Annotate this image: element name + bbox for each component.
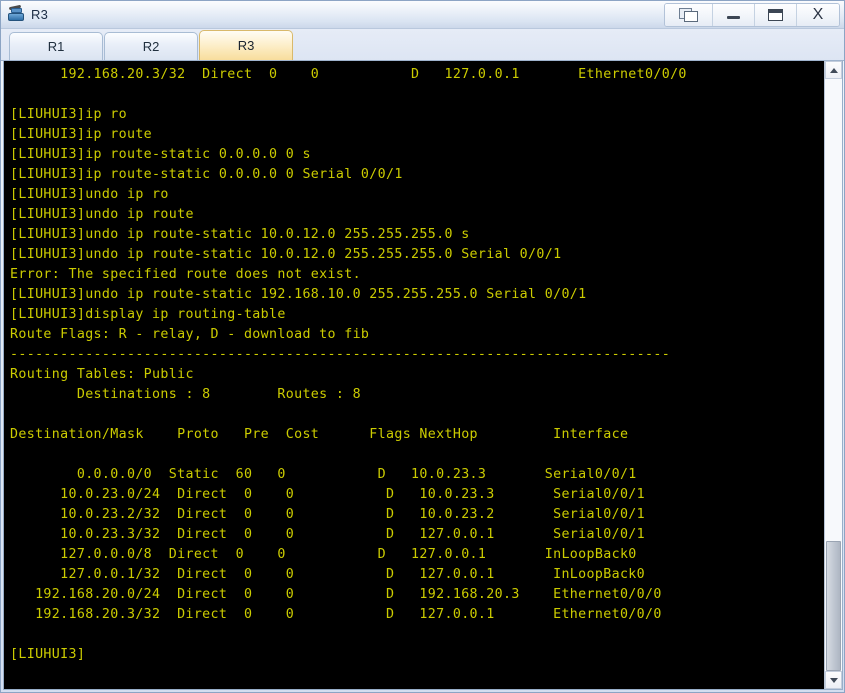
- cascade-windows-button[interactable]: [665, 4, 713, 26]
- maximize-icon: [768, 9, 783, 21]
- device-tabstrip: R1 R2 R3: [1, 29, 844, 61]
- cli-line: ----------------------------------------…: [10, 347, 671, 362]
- window-title: R3: [31, 6, 49, 22]
- cli-output[interactable]: 192.168.20.3/32 Direct 0 0 D 127.0.0.1 E…: [4, 61, 824, 689]
- cli-line: 0.0.0.0/0 Static 60 0 D 10.0.23.3 Serial…: [10, 467, 637, 482]
- maximize-button[interactable]: [755, 4, 797, 26]
- cli-line: 192.168.20.3/32 Direct 0 0 D 127.0.0.1 E…: [10, 67, 687, 82]
- cli-line: 192.168.20.3/32 Direct 0 0 D 127.0.0.1 E…: [10, 607, 662, 622]
- chevron-down-icon: [829, 677, 838, 683]
- terminal-scrollbar[interactable]: [824, 61, 842, 689]
- cli-line: 10.0.23.0/24 Direct 0 0 D 10.0.23.3 Seri…: [10, 487, 646, 502]
- router-device-icon: [7, 4, 27, 25]
- cli-line: [LIUHUI3]ip ro: [10, 107, 127, 122]
- terminal-area: 192.168.20.3/32 Direct 0 0 D 127.0.0.1 E…: [3, 61, 843, 690]
- cli-line: [LIUHUI3]: [10, 647, 86, 662]
- cli-line: Route Flags: R - relay, D - download to …: [10, 327, 370, 342]
- window-controls: X: [664, 3, 840, 27]
- cli-line: Destination/Mask Proto Pre Cost Flags Ne…: [10, 427, 629, 442]
- cli-line: [LIUHUI3]undo ip route-static 10.0.12.0 …: [10, 247, 562, 262]
- cli-line: Error: The specified route does not exis…: [10, 267, 361, 282]
- cli-line: 127.0.0.0/8 Direct 0 0 D 127.0.0.1 InLoo…: [10, 547, 637, 562]
- cli-line: [LIUHUI3]undo ip ro: [10, 187, 169, 202]
- close-button[interactable]: X: [797, 4, 839, 26]
- cli-line: [10, 445, 824, 465]
- tab-r2[interactable]: R2: [104, 32, 198, 60]
- scrollbar-track[interactable]: [825, 79, 842, 671]
- cli-window: R3 X R1 R2 R3 192.168.20.3/32 Direct 0 0…: [0, 0, 845, 693]
- cli-line: [LIUHUI3]ip route-static 0.0.0.0 0 s: [10, 147, 311, 162]
- window-titlebar: R3 X: [1, 1, 844, 29]
- cli-line: [LIUHUI3]ip route-static 0.0.0.0 0 Seria…: [10, 167, 403, 182]
- scroll-up-button[interactable]: [825, 61, 842, 79]
- cli-line: [10, 625, 824, 645]
- cli-line: [LIUHUI3]undo ip route-static 10.0.12.0 …: [10, 227, 470, 242]
- tab-r3[interactable]: R3: [199, 30, 293, 60]
- cli-line: Routing Tables: Public: [10, 367, 194, 382]
- chevron-up-icon: [829, 67, 838, 73]
- cascade-windows-icon: [678, 7, 699, 23]
- scroll-down-button[interactable]: [825, 671, 842, 689]
- minimize-button[interactable]: [713, 4, 755, 26]
- cli-line: [LIUHUI3]undo ip route-static 192.168.10…: [10, 287, 587, 302]
- cli-line: 10.0.23.3/32 Direct 0 0 D 127.0.0.1 Seri…: [10, 527, 646, 542]
- cli-line: 192.168.20.0/24 Direct 0 0 D 192.168.20.…: [10, 587, 662, 602]
- close-icon: X: [812, 6, 824, 23]
- minimize-icon: [727, 16, 740, 19]
- cli-line: Destinations : 8 Routes : 8: [10, 387, 361, 402]
- tab-r1[interactable]: R1: [9, 32, 103, 60]
- cli-line: [LIUHUI3]display ip routing-table: [10, 307, 286, 322]
- cli-line: 127.0.0.1/32 Direct 0 0 D 127.0.0.1 InLo…: [10, 567, 646, 582]
- cli-line: [10, 405, 824, 425]
- cli-line: [LIUHUI3]undo ip route: [10, 207, 194, 222]
- scrollbar-thumb[interactable]: [826, 540, 841, 671]
- cli-line: [10, 85, 824, 105]
- cli-line: 10.0.23.2/32 Direct 0 0 D 10.0.23.2 Seri…: [10, 507, 646, 522]
- cli-line: [LIUHUI3]ip route: [10, 127, 153, 142]
